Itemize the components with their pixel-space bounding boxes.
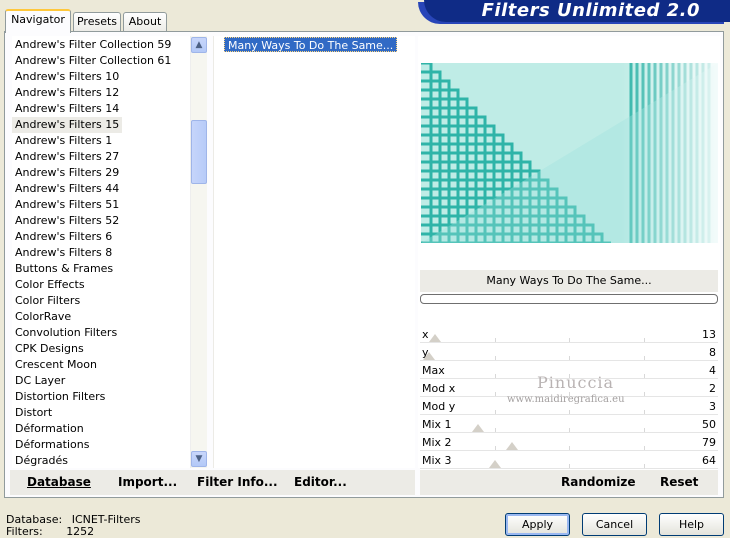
category-item[interactable]: Distortion Filters <box>12 389 108 405</box>
slider-tick <box>494 410 496 414</box>
param-slider-track[interactable] <box>420 334 718 343</box>
filter-info-button[interactable]: Filter Info... <box>197 475 278 489</box>
category-item[interactable]: Color Filters <box>12 293 83 309</box>
apply-button[interactable]: Apply <box>505 513 570 536</box>
category-item[interactable]: Andrew's Filters 12 <box>12 85 122 101</box>
help-button[interactable]: Help <box>659 513 724 536</box>
category-item[interactable]: Andrew's Filters 8 <box>12 245 115 261</box>
slider-tick <box>494 392 496 396</box>
category-scrollbar[interactable]: ▲ ▼ <box>190 36 207 468</box>
category-item[interactable]: Andrew's Filters 14 <box>12 101 122 117</box>
slider-tick <box>643 410 645 414</box>
tab-navigator[interactable]: Navigator <box>5 9 71 33</box>
param-slider-knob[interactable] <box>488 460 501 468</box>
filter-name-display: Many Ways To Do The Same... <box>420 270 718 292</box>
category-item[interactable]: Andrew's Filter Collection 61 <box>12 53 174 69</box>
param-slider-track[interactable] <box>420 442 718 451</box>
param-slider-track[interactable] <box>420 410 718 415</box>
cancel-button[interactable]: Cancel <box>582 513 647 536</box>
filter-list[interactable] <box>213 36 415 468</box>
slider-tick <box>569 356 570 360</box>
banner-title: Filters Unlimited 2.0 <box>481 0 700 21</box>
category-item[interactable]: Distort <box>12 405 55 421</box>
slider-tick <box>494 338 496 342</box>
slider-tick <box>494 428 496 432</box>
category-list[interactable]: Andrew's Filter Collection 59 Andrew's Fi… <box>12 36 190 468</box>
watermark-url: www.maidiregrafica.eu <box>507 394 625 405</box>
category-item[interactable]: Andrew's Filter Collection 59 <box>12 37 174 53</box>
category-item[interactable]: Andrew's Filters 29 <box>12 165 122 181</box>
category-item[interactable]: Crescent Moon <box>12 357 100 373</box>
category-item[interactable]: Andrew's Filters 10 <box>12 69 122 85</box>
slider-tick <box>569 464 570 468</box>
category-item[interactable]: Andrew's Filters 27 <box>12 149 122 165</box>
slider-tick <box>569 446 570 450</box>
category-item[interactable]: Dégradés <box>12 453 71 468</box>
preview-pattern <box>421 63 718 243</box>
slider-tick <box>643 464 645 468</box>
slider-tick <box>569 410 570 414</box>
slider-tick <box>643 392 645 396</box>
database-button[interactable]: Database <box>27 475 91 489</box>
slider-tick <box>643 338 645 342</box>
param-row[interactable]: Mix 2 79 <box>420 434 718 452</box>
slider-tick <box>643 428 645 432</box>
filter-item-selected[interactable]: Many Ways To Do The Same... <box>224 37 398 52</box>
slider-tick <box>569 428 570 432</box>
slider-tick <box>494 374 496 378</box>
category-item[interactable]: Déformation <box>12 421 87 437</box>
param-row[interactable]: Mix 3 64 <box>420 452 718 470</box>
filters-count: 1252 <box>66 525 95 538</box>
filters-label: Filters: <box>6 525 43 538</box>
param-slider-track[interactable] <box>420 424 718 433</box>
slider-tick <box>643 446 645 450</box>
right-button-bar: Randomize Reset <box>420 470 718 495</box>
category-item[interactable]: Andrew's Filters 52 <box>12 213 122 229</box>
slider-tick <box>569 338 570 342</box>
param-row[interactable]: y8 <box>420 344 718 362</box>
progress-bar <box>420 294 718 304</box>
slider-tick <box>494 356 496 360</box>
editor-button[interactable]: Editor... <box>294 475 347 489</box>
param-row[interactable]: x 13 <box>420 326 718 344</box>
category-item[interactable]: Andrew's Filters 44 <box>12 181 122 197</box>
import-button[interactable]: Import... <box>118 475 177 489</box>
category-item[interactable]: Color Effects <box>12 277 88 293</box>
tab-about[interactable]: About <box>123 12 167 32</box>
category-item[interactable]: Déformations <box>12 437 92 453</box>
tab-presets[interactable]: Presets <box>73 12 121 32</box>
scroll-thumb[interactable] <box>191 120 207 184</box>
left-button-bar: Database Import... Filter Info... Editor… <box>10 470 415 495</box>
param-slider-track[interactable] <box>420 352 718 361</box>
reset-button[interactable]: Reset <box>660 475 698 489</box>
category-item[interactable]: Convolution Filters <box>12 325 120 341</box>
scroll-down-button[interactable]: ▼ <box>191 451 207 467</box>
param-slider-knob[interactable] <box>472 424 485 432</box>
category-item[interactable]: Andrew's Filters 6 <box>12 229 115 245</box>
category-item[interactable]: Andrew's Filters 51 <box>12 197 122 213</box>
category-item[interactable]: Andrew's Filters 15 <box>12 117 123 133</box>
slider-tick <box>643 374 645 378</box>
slider-tick <box>494 446 496 450</box>
param-slider-knob[interactable] <box>422 352 435 360</box>
scroll-up-button[interactable]: ▲ <box>191 37 207 53</box>
category-item[interactable]: ColorRave <box>12 309 74 325</box>
watermark-name: Pinuccia <box>537 373 615 392</box>
category-item[interactable]: DC Layer <box>12 373 68 389</box>
category-item[interactable]: Buttons & Frames <box>12 261 116 277</box>
category-item[interactable]: Andrew's Filters 1 <box>12 133 115 149</box>
preview-image <box>421 63 718 243</box>
param-row[interactable]: Mix 1 50 <box>420 416 718 434</box>
randomize-button[interactable]: Randomize <box>561 475 635 489</box>
param-slider-knob[interactable] <box>428 334 441 342</box>
param-slider-knob[interactable] <box>506 442 519 450</box>
category-item[interactable]: CPK Designs <box>12 341 87 357</box>
param-slider-track[interactable] <box>420 460 718 469</box>
title-banner: Filters Unlimited 2.0 <box>424 0 730 22</box>
status-filters: Filters: 1252 <box>6 525 94 538</box>
slider-tick <box>643 356 645 360</box>
